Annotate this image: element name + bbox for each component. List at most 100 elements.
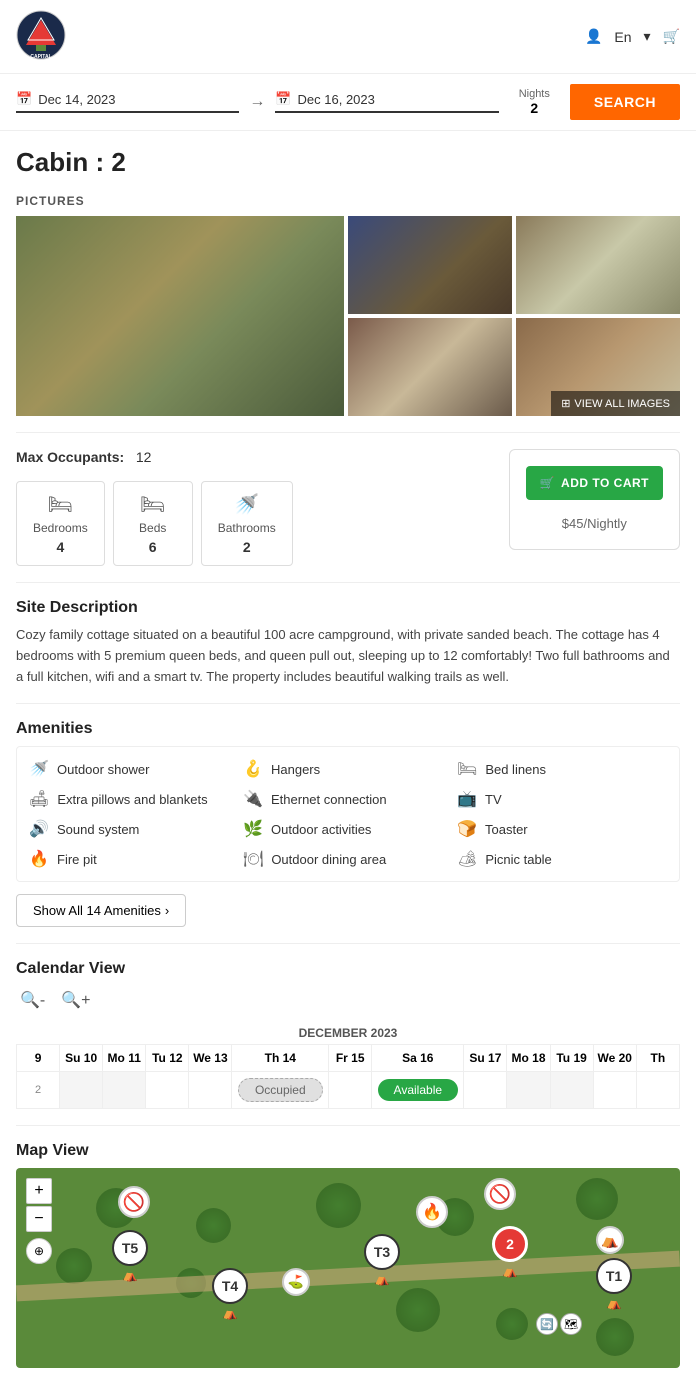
calendar-month: DECEMBER 2023 xyxy=(17,1022,680,1045)
date-to-value[interactable]: Dec 16, 2023 xyxy=(298,92,375,107)
amenity-icon-4: 🔌 xyxy=(243,789,263,809)
tree-9 xyxy=(496,1308,528,1340)
amenity-item-7: 🌿Outdoor activities xyxy=(243,819,453,839)
cart-box: 🛒 ADD TO CART $45/Nightly xyxy=(509,449,680,550)
amenity-icon-6: 🔊 xyxy=(29,819,49,839)
bedrooms-label: Bedrooms xyxy=(33,521,88,535)
cal-header-9: Mo 18 xyxy=(507,1045,550,1072)
amenity-item-10: 🍽Outdoor dining area xyxy=(243,849,453,869)
tree-2 xyxy=(196,1208,231,1243)
calendar-table: DECEMBER 2023 9Su 10Mo 11Tu 12We 13Th 14… xyxy=(16,1022,680,1109)
price-unit: /Nightly xyxy=(583,516,626,531)
occupied-label: Occupied xyxy=(238,1078,323,1102)
amenity-icon-11: 🏕 xyxy=(457,849,477,869)
available-label: Available xyxy=(378,1079,458,1101)
cal-occupied-3 xyxy=(507,1072,550,1109)
search-button[interactable]: SEARCH xyxy=(570,84,680,120)
pictures-label: PICTURES xyxy=(16,194,680,208)
zoom-out-button[interactable]: 🔍- xyxy=(16,986,49,1014)
add-to-cart-button[interactable]: 🛒 ADD TO CART xyxy=(526,466,663,500)
max-occupants-label: Max Occupants: xyxy=(16,449,124,465)
user-icon[interactable]: 👤 xyxy=(585,28,602,45)
svg-text:CAPITAL: CAPITAL xyxy=(30,54,51,60)
activity-marker: ⛳ xyxy=(282,1268,310,1296)
cal-header-11: We 20 xyxy=(593,1045,636,1072)
bathrooms-value: 2 xyxy=(243,539,251,555)
amenities-section: Amenities 🚿Outdoor shower🪝Hangers🛏Bed li… xyxy=(0,704,696,943)
page-title: Cabin : 2 xyxy=(0,131,696,194)
amenities-title: Amenities xyxy=(16,720,680,738)
amenity-icon-5: 📺 xyxy=(457,789,477,809)
photo-5[interactable]: ⊞ VIEW ALL IMAGES xyxy=(516,318,680,416)
nights-value: 2 xyxy=(530,100,538,116)
lang-selector[interactable]: En xyxy=(614,29,631,45)
map-zoom-out-button[interactable]: − xyxy=(26,1206,52,1232)
map-compass-button[interactable]: ⊕ xyxy=(26,1238,52,1264)
amenity-item-3: 🛋 Extra pillows and blankets xyxy=(29,789,239,809)
cal-header-5: Th 14 xyxy=(232,1045,329,1072)
bathrooms-label: Bathrooms xyxy=(218,521,276,535)
marker-T3-circle: T3 xyxy=(364,1234,400,1270)
property-details: Max Occupants: 12 🛏 Bedrooms 4 🛏 Beds 6 … xyxy=(0,433,696,582)
row-num: 2 xyxy=(17,1072,60,1109)
site-desc-text: Cozy family cottage situated on a beauti… xyxy=(16,625,680,687)
amenity-item-11: 🏕Picnic table xyxy=(457,849,667,869)
date-from-input[interactable]: 📅 Dec 14, 2023 xyxy=(16,91,239,113)
marker-T4: T4 ⛺ xyxy=(212,1268,248,1320)
date-from-value[interactable]: Dec 14, 2023 xyxy=(38,92,115,107)
show-all-amenities-button[interactable]: Show All 14 Amenities › xyxy=(16,894,186,927)
map-controls: + − ⊕ xyxy=(26,1178,52,1264)
tent-2-icon: ⛺ xyxy=(503,1264,518,1278)
amenity-item-6: 🔊 Sound system xyxy=(29,819,239,839)
map-section: Map View + − ⊕ 🚫 🚫 🔥 ⛺ T5 ⛺ xyxy=(0,1126,696,1384)
cal-header-0: 9 xyxy=(17,1045,60,1072)
photo-4[interactable] xyxy=(348,318,512,416)
amenity-label-8: Toaster xyxy=(485,822,528,837)
picnic-marker: ⛺ xyxy=(596,1226,624,1254)
map-container[interactable]: + − ⊕ 🚫 🚫 🔥 ⛺ T5 ⛺ T4 ⛺ T3 ⛺ 2 ⛺ xyxy=(16,1168,680,1368)
amenity-label-7: Outdoor activities xyxy=(271,822,371,837)
marker-T3: T3 ⛺ xyxy=(364,1234,400,1286)
grid-icon: ⊞ xyxy=(561,397,570,410)
amenity-icon-0: 🚿 xyxy=(29,759,49,779)
logo[interactable]: CAPITAL xyxy=(16,10,66,63)
calendar-controls: 🔍- 🔍+ xyxy=(16,986,680,1014)
view-all-label[interactable]: VIEW ALL IMAGES xyxy=(574,398,670,410)
beds-icon: 🛏 xyxy=(140,492,165,517)
tree-6 xyxy=(56,1248,92,1284)
tree-8 xyxy=(396,1288,440,1332)
amenities-grid: 🚿Outdoor shower🪝Hangers🛏Bed linens🛋Extra… xyxy=(16,746,680,882)
calendar-to-icon: 📅 xyxy=(275,91,291,107)
bedrooms-icon: 🛏 xyxy=(48,492,73,517)
tent-T4-icon: ⛺ xyxy=(223,1306,238,1320)
view-all-overlay[interactable]: ⊞ VIEW ALL IMAGES xyxy=(551,391,680,416)
cal-empty-4 xyxy=(464,1072,507,1109)
amenity-label-0: Outdoor shower xyxy=(57,762,150,777)
marker-T5: T5 ⛺ xyxy=(112,1230,148,1282)
marker-T1: T1 ⛺ xyxy=(596,1258,632,1310)
chevron-down-icon[interactable]: ▾ xyxy=(644,28,651,45)
cal-occupied-1 xyxy=(60,1072,103,1109)
calendar-from-icon: 📅 xyxy=(16,91,32,107)
amenity-label-2: Bed linens xyxy=(485,762,546,777)
cart-icon[interactable]: 🛒 xyxy=(663,28,680,45)
amenity-icon-3: 🛋 xyxy=(29,789,49,809)
zoom-in-button[interactable]: 🔍+ xyxy=(57,986,94,1014)
map-zoom-in-button[interactable]: + xyxy=(26,1178,52,1204)
amenity-icon-9: 🔥 xyxy=(29,849,49,869)
amenity-item-0: 🚿 Outdoor shower xyxy=(29,759,239,779)
amenity-label-6: Sound system xyxy=(57,822,139,837)
arrow-icon: → xyxy=(249,93,265,111)
amenity-label-3: Extra pillows and blankets xyxy=(57,792,207,807)
date-to-input[interactable]: 📅 Dec 16, 2023 xyxy=(275,91,498,113)
amenity-icon-1: 🪝 xyxy=(243,759,263,779)
cal-header-2: Mo 11 xyxy=(103,1045,146,1072)
add-to-cart-label: ADD TO CART xyxy=(561,476,649,490)
cal-header-10: Tu 19 xyxy=(550,1045,593,1072)
photo-3[interactable] xyxy=(516,216,680,314)
main-photo[interactable] xyxy=(16,216,344,416)
calendar-row: 2 Occupied Available xyxy=(17,1072,680,1109)
photo-2[interactable] xyxy=(348,216,512,314)
header: CAPITAL 👤 En ▾ 🛒 xyxy=(0,0,696,74)
cal-header-8: Su 17 xyxy=(464,1045,507,1072)
